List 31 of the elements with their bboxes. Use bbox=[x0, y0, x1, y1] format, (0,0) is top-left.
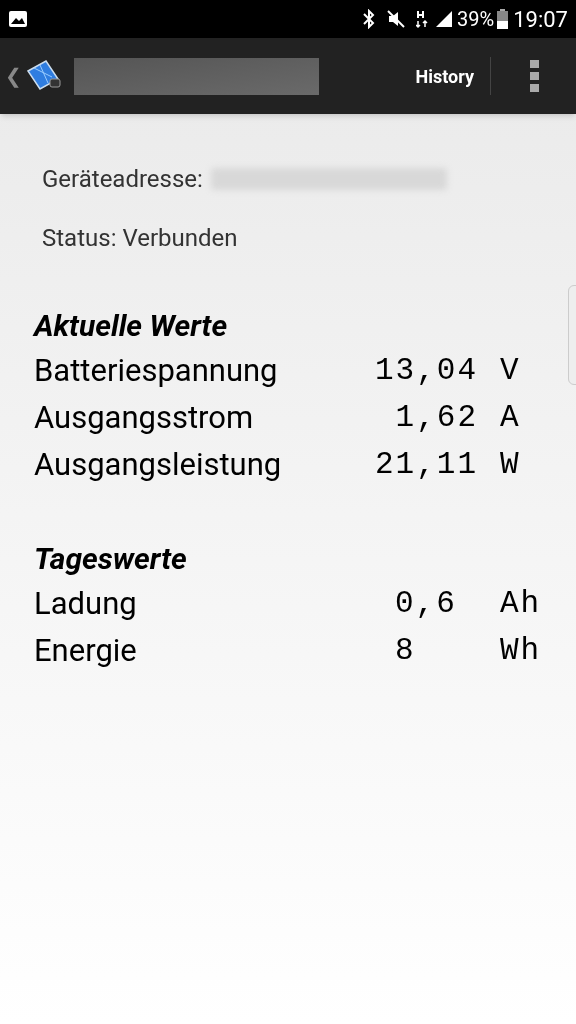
value-reading: 1,62 bbox=[394, 399, 478, 438]
unit-label: Ah bbox=[500, 585, 542, 624]
overflow-menu-icon[interactable] bbox=[530, 60, 539, 92]
section-heading: Aktuelle Werte bbox=[34, 307, 229, 345]
unit-label: A bbox=[500, 399, 521, 438]
value-reading: 0,6 bbox=[394, 585, 458, 624]
value-reading: 13,04 bbox=[374, 352, 478, 391]
network-icon bbox=[416, 9, 429, 29]
value-label: Ausgangsstrom bbox=[34, 398, 255, 439]
value-label: Ausgangsleistung bbox=[34, 445, 283, 486]
signal-icon bbox=[434, 9, 455, 29]
unit-label: V bbox=[500, 352, 521, 391]
address-label: Geräteadresse: bbox=[42, 164, 203, 195]
unit-label: Wh bbox=[500, 632, 542, 671]
value-reading: 8 bbox=[394, 632, 417, 671]
value-label: Batteriespannung bbox=[34, 351, 279, 392]
status-text: Status: Verbunden bbox=[42, 223, 239, 254]
bluetooth-icon bbox=[362, 9, 377, 29]
unit-label: W bbox=[500, 446, 521, 485]
back-button[interactable]: ❮ bbox=[5, 61, 22, 91]
battery-icon bbox=[497, 9, 509, 29]
clock: 19:07 bbox=[513, 5, 568, 34]
value-label: Energie bbox=[34, 631, 138, 672]
solar-panel-icon bbox=[26, 59, 64, 93]
image-icon bbox=[8, 10, 28, 28]
history-button[interactable]: History bbox=[399, 56, 490, 96]
mute-icon bbox=[386, 9, 407, 29]
value-label: Ladung bbox=[34, 584, 138, 625]
value-reading: 21,11 bbox=[374, 446, 478, 485]
section-heading: Tageswerte bbox=[34, 540, 188, 578]
battery-percent: 39% bbox=[457, 6, 495, 33]
